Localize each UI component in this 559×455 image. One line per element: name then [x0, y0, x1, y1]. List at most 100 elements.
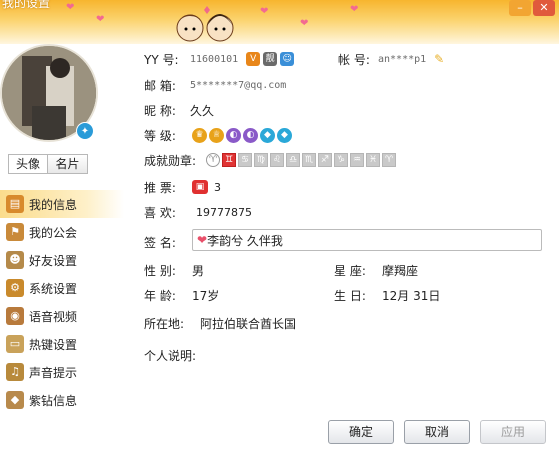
- email-row: 邮 箱: 5*******7@qq.com: [144, 76, 286, 94]
- apply-button[interactable]: 应用: [480, 420, 546, 444]
- star-row: 星 座: 摩羯座: [334, 261, 418, 279]
- menu-item-label: 紫钻信息: [29, 393, 78, 408]
- menu-item-label: 我的信息: [29, 197, 78, 212]
- menu-item-hotkey-settings[interactable]: ▭ 热键设置: [0, 330, 124, 358]
- user-badge-icon: ☺: [280, 52, 295, 66]
- leo-medal-icon: ♌: [270, 153, 284, 167]
- capricorn-medal-icon: ♑: [334, 153, 348, 167]
- description-label: 个人说明:: [144, 348, 197, 363]
- id-card-icon: ▤: [6, 195, 24, 213]
- account-value: an****p1: [378, 53, 427, 65]
- pretty-number-badge-icon: 靓: [263, 52, 278, 66]
- avatar-tabs: 头像 名片: [8, 154, 88, 174]
- age-value: 17岁: [192, 288, 220, 303]
- nickname-label: 昵 称:: [144, 103, 176, 118]
- menu-item-label: 好友设置: [29, 253, 78, 268]
- heart-icon: ❤: [300, 18, 309, 29]
- location-row: 所在地: 阿拉伯联合酋长国: [144, 314, 296, 332]
- menu-item-label: 声音提示: [29, 365, 78, 380]
- location-label: 所在地:: [144, 316, 185, 331]
- menu-item-purple-diamond[interactable]: ◆ 紫钻信息: [0, 386, 124, 414]
- age-label: 年 龄:: [144, 288, 176, 303]
- flag-icon: ⚑: [6, 223, 24, 241]
- crown-icon: ♕: [209, 127, 224, 143]
- menu-item-my-guild[interactable]: ⚑ 我的公会: [0, 218, 124, 246]
- scorpio-medal-icon: ♏: [302, 153, 316, 167]
- close-button[interactable]: ✕: [533, 0, 555, 16]
- yy-label: YY 号:: [144, 52, 179, 67]
- star-value: 摩羯座: [382, 263, 419, 278]
- vote-label: 推 票:: [144, 180, 176, 195]
- signature-text: 李韵兮 久伴我: [207, 233, 283, 248]
- window-controls: – ✕: [509, 0, 555, 16]
- gender-value: 男: [192, 263, 205, 278]
- menu-item-system-settings[interactable]: ⚙ 系统设置: [0, 274, 124, 302]
- crown-icon: ♛: [192, 127, 207, 143]
- gender-label: 性 别:: [144, 263, 176, 278]
- yy-value: 11600101: [190, 53, 239, 65]
- gear-icon: ⚙: [6, 279, 24, 297]
- nickname-row: 昵 称: 久久: [144, 101, 214, 119]
- cartoon-couple-icon: [176, 6, 234, 42]
- aries-medal-icon: ♈: [382, 153, 396, 167]
- birthday-label: 生 日:: [334, 288, 366, 303]
- diamond-level-icon: ◆: [260, 127, 275, 143]
- pisces-medal-icon: ♓: [366, 153, 380, 167]
- minimize-button[interactable]: –: [509, 0, 531, 16]
- keyboard-icon: ▭: [6, 335, 24, 353]
- account-label: 帐 号:: [338, 52, 370, 67]
- menu-item-my-info[interactable]: ▤ 我的信息: [0, 190, 124, 218]
- settings-menu: ▤ 我的信息 ⚑ 我的公会 ☻ 好友设置 ⚙ 系统设置 ◉ 语音视频 ▭ 热键设…: [0, 190, 124, 414]
- cancer-medal-icon: ♋: [238, 153, 252, 167]
- cancel-button[interactable]: 取消: [404, 420, 470, 444]
- birthday-row: 生 日: 12月 31日: [334, 286, 440, 304]
- vip-badge-icon: V: [246, 52, 261, 66]
- menu-item-voice-video[interactable]: ◉ 语音视频: [0, 302, 124, 330]
- heart-icon: ❤: [96, 14, 105, 25]
- heart-icon: ❤: [66, 2, 75, 13]
- like-value: 19777875: [196, 205, 252, 219]
- email-label: 邮 箱:: [144, 78, 176, 93]
- yy-row: YY 号: 11600101 V 靓 ☺: [144, 50, 295, 68]
- menu-item-label: 热键设置: [29, 337, 78, 352]
- menu-item-friend-settings[interactable]: ☻ 好友设置: [0, 246, 124, 274]
- diamond-level-icon: ◆: [277, 127, 292, 143]
- window-title: 我的设置: [2, 0, 51, 10]
- level-row: 等 级: ♛ ♕ ◐ ◐ ◆ ◆: [144, 126, 294, 144]
- star-label: 星 座:: [334, 263, 366, 278]
- aquarius-medal-icon: ♒: [350, 153, 364, 167]
- ok-button[interactable]: 确定: [328, 420, 394, 444]
- aries-medal-icon: ♈: [206, 153, 220, 167]
- account-row: 帐 号: an****p1 ✎: [338, 50, 444, 68]
- heart-icon: ❤: [197, 233, 208, 247]
- heart-icon: ❤: [260, 6, 269, 17]
- left-panel: ✦ 头像 名片 ▤ 我的信息 ⚑ 我的公会 ☻ 好友设置 ⚙ 系统设置 ◉ 语音…: [0, 44, 124, 455]
- location-value: 阿拉伯联合酋长国: [200, 316, 297, 331]
- description-row: 个人说明:: [144, 346, 196, 364]
- moon-level-icon: ◐: [243, 127, 258, 143]
- vote-value: 3: [214, 180, 221, 194]
- gemini-medal-icon: ♊: [222, 153, 236, 167]
- edit-pencil-icon[interactable]: ✎: [434, 52, 444, 66]
- gender-row: 性 别: 男: [144, 261, 204, 279]
- menu-item-sound-alerts[interactable]: ♫ 声音提示: [0, 358, 124, 386]
- title-banner: 我的设置 ❤ ❤ ❤ ❤ ❤ – ✕: [0, 0, 559, 44]
- like-row: 喜 欢: 19777875: [144, 203, 252, 221]
- birthday-value: 12月 31日: [382, 288, 441, 303]
- like-label: 喜 欢:: [144, 205, 176, 220]
- menu-item-label: 系统设置: [29, 281, 78, 296]
- bird-badge-icon: ✦: [76, 122, 94, 140]
- signature-field[interactable]: ❤ 李韵兮 久伴我: [192, 229, 542, 251]
- vote-ticket-icon: ▣: [192, 180, 208, 194]
- tab-avatar[interactable]: 头像: [8, 154, 48, 174]
- menu-item-label: 我的公会: [29, 225, 78, 240]
- sagittarius-medal-icon: ♐: [318, 153, 332, 167]
- level-label: 等 级:: [144, 128, 176, 143]
- tab-card[interactable]: 名片: [48, 154, 88, 174]
- medal-row: 成就勋章: ♈ ♊ ♋ ♍ ♌ ♎ ♏ ♐ ♑ ♒ ♓ ♈: [144, 151, 398, 169]
- nickname-value: 久久: [190, 103, 215, 118]
- music-note-icon: ♫: [6, 363, 24, 381]
- age-row: 年 龄: 17岁: [144, 286, 219, 304]
- email-value: 5*******7@qq.com: [190, 79, 287, 91]
- vote-row: 推 票: ▣ 3: [144, 178, 221, 196]
